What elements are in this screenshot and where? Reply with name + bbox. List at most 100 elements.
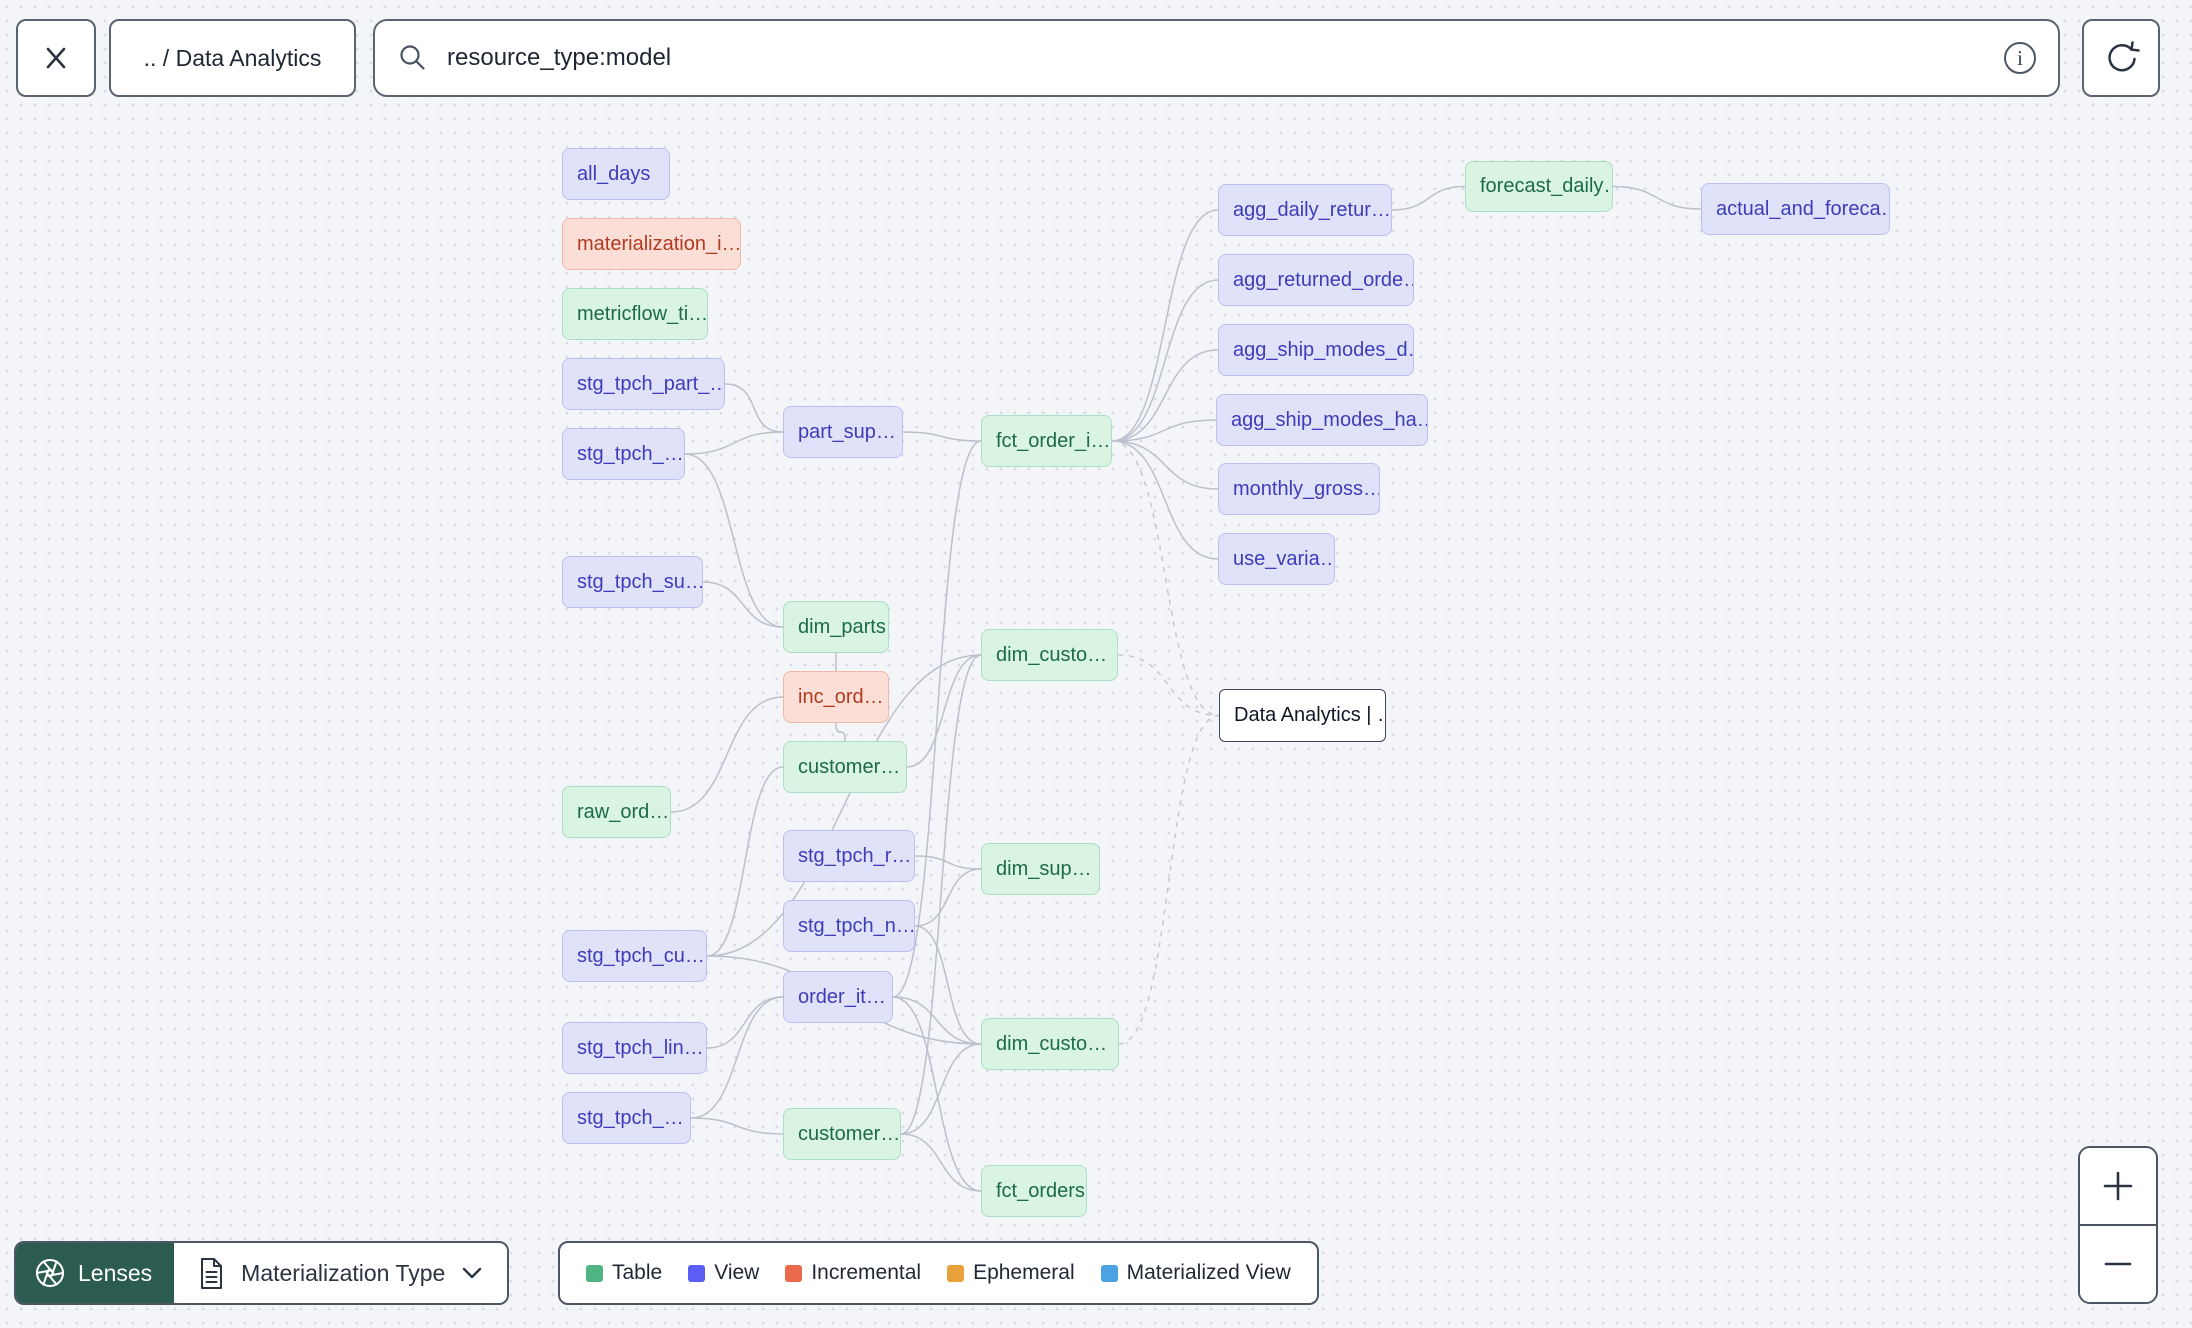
edge-stg_tpch_n-to-dim_sup <box>914 868 982 927</box>
legend-item-materialized-view: Materialized View <box>1100 1261 1291 1285</box>
node-inc_ord[interactable]: inc_ord… <box>783 671 889 723</box>
edge-fct_order_i-to-agg_returned <box>1111 279 1219 442</box>
search-input[interactable]: resource_type:model <box>447 44 671 72</box>
node-agg_ship_d[interactable]: agg_ship_modes_d… <box>1218 324 1414 376</box>
edge-stg_tpch_n-to-dim_custo2 <box>914 925 982 1045</box>
edge-customer_bot-to-dim_custo2 <box>900 1043 982 1135</box>
lens-selector[interactable]: Materialization Type <box>174 1243 508 1303</box>
node-order_it[interactable]: order_it… <box>783 971 893 1023</box>
lenses-button[interactable]: Lenses <box>16 1243 175 1303</box>
node-customer_bot[interactable]: customer… <box>783 1108 901 1160</box>
breadcrumb-button[interactable]: .. / Data Analytics <box>109 19 356 97</box>
node-fct_orders[interactable]: fct_orders <box>981 1165 1087 1217</box>
edge-fct_order_i-to-use_varia <box>1111 440 1219 560</box>
node-customer_mid[interactable]: customer… <box>783 741 907 793</box>
edge-order_it-to-dim_custo2 <box>892 996 982 1045</box>
search-bar[interactable]: resource_type:model i <box>373 19 2060 97</box>
node-dim_custo2[interactable]: dim_custo… <box>981 1018 1119 1070</box>
lineage-canvas[interactable]: all_days materialization_i… metricflow_ti…… <box>0 0 2192 1328</box>
node-stg_tpch_su[interactable]: stg_tpch_su… <box>562 556 703 608</box>
node-use_varia[interactable]: use_varia… <box>1218 533 1335 585</box>
node-actual_fore[interactable]: actual_and_foreca… <box>1701 183 1890 235</box>
edge-stg_tpch_b-to-customer_bot <box>690 1117 784 1135</box>
refresh-button[interactable] <box>2082 19 2160 97</box>
legend-swatch <box>1100 1264 1118 1282</box>
node-monthly_gross[interactable]: monthly_gross… <box>1218 463 1380 515</box>
edge-order_it-to-fct_orders <box>892 996 982 1192</box>
zoom-in-button[interactable] <box>2080 1148 2156 1224</box>
edge-fct_order_i-to-exposure <box>1111 440 1220 717</box>
chevron-down-icon <box>463 1267 482 1279</box>
edge-stg_tpch_r-to-dim_sup <box>914 855 982 870</box>
legend-swatch <box>947 1264 965 1282</box>
node-materialization[interactable]: materialization_i… <box>562 218 741 270</box>
legend-item-ephemeral: Ephemeral <box>947 1261 1075 1285</box>
node-part_sup[interactable]: part_sup… <box>783 406 903 458</box>
node-stg_tpch_b[interactable]: stg_tpch_… <box>562 1092 691 1144</box>
edge-inc_ord-to-customer_mid <box>835 722 846 742</box>
zoom-out-button[interactable] <box>2080 1226 2156 1302</box>
edge-stg_tpch_su-to-dim_parts <box>702 581 784 628</box>
lens-combo: Lenses Materialization Type <box>14 1241 510 1305</box>
node-stg_tpch_lin[interactable]: stg_tpch_lin… <box>562 1022 707 1074</box>
legend-label: Table <box>612 1261 663 1284</box>
node-fct_order_i[interactable]: fct_order_i… <box>981 415 1112 467</box>
node-forecast_daily[interactable]: forecast_daily… <box>1465 161 1613 212</box>
edge-fct_order_i-to-agg_ship_ha <box>1111 419 1217 442</box>
edge-fct_order_i-to-agg_ship_d <box>1111 349 1219 442</box>
legend-label: View <box>714 1261 760 1284</box>
edge-agg_daily-to-forecast_daily <box>1391 185 1466 211</box>
node-stg_tpch_n[interactable]: stg_tpch_n… <box>783 900 915 952</box>
legend-swatch <box>586 1264 603 1282</box>
node-agg_ship_ha[interactable]: agg_ship_modes_ha… <box>1216 394 1428 446</box>
legend: Table View Incremental Ephemeral Materialize… <box>558 1241 1319 1305</box>
legend-item-table: Table <box>586 1261 662 1285</box>
info-icon[interactable]: i <box>2004 42 2036 74</box>
legend-swatch <box>785 1264 803 1282</box>
node-agg_returned[interactable]: agg_returned_orde… <box>1218 254 1414 306</box>
edge-forecast_daily-to-actual_fore <box>1612 185 1702 210</box>
node-stg_tpch_cu[interactable]: stg_tpch_cu… <box>562 930 707 982</box>
zoom-controls <box>2078 1146 2158 1304</box>
close-icon <box>46 47 66 69</box>
edge-dim_custo1-to-exposure <box>1117 654 1220 717</box>
node-all_days[interactable]: all_days <box>562 148 670 200</box>
edge-customer_bot-to-fct_orders <box>900 1133 982 1192</box>
plus-icon <box>2103 1171 2133 1201</box>
edge-fct_order_i-to-agg_daily <box>1111 209 1219 442</box>
edge-stg_tpch_lin-to-order_it <box>706 996 784 1049</box>
legend-label: Materialized View <box>1126 1261 1291 1284</box>
node-stg_tpch_a[interactable]: stg_tpch_… <box>562 428 685 480</box>
legend-label: Ephemeral <box>973 1261 1075 1284</box>
refresh-icon <box>2108 41 2140 72</box>
aperture-icon <box>35 1258 65 1288</box>
edge-dim_custo2-to-exposure <box>1118 714 1220 1045</box>
breadcrumb: .. / Data Analytics <box>143 44 322 71</box>
node-raw_ord[interactable]: raw_ord… <box>562 786 671 838</box>
node-metricflow_ti[interactable]: metricflow_ti… <box>562 288 708 340</box>
edge-stg_tpch_a-to-part_sup <box>684 431 784 455</box>
legend-item-incremental: Incremental <box>785 1261 921 1285</box>
minus-icon <box>2104 1262 2132 1266</box>
node-exposure[interactable]: Data Analytics | … <box>1219 689 1386 742</box>
edge-fct_order_i-to-monthly_gross <box>1111 440 1219 490</box>
node-dim_parts[interactable]: dim_parts <box>783 601 889 653</box>
legend-item-view: View <box>688 1261 759 1285</box>
node-dim_sup[interactable]: dim_sup… <box>981 843 1100 895</box>
document-icon <box>201 1257 223 1289</box>
node-stg_tpch_part[interactable]: stg_tpch_part_… <box>562 358 725 410</box>
lenses-label: Lenses <box>78 1259 153 1286</box>
legend-swatch <box>688 1264 706 1282</box>
edge-raw_ord-to-inc_ord <box>670 696 784 813</box>
search-icon <box>400 45 425 70</box>
lens-selector-label: Materialization Type <box>241 1259 446 1286</box>
edge-part_sup-to-fct_order_i <box>902 431 982 442</box>
node-dim_custo1[interactable]: dim_custo… <box>981 629 1118 681</box>
legend-label: Incremental <box>811 1261 922 1284</box>
edge-customer_bot-to-dim_custo1 <box>900 654 982 1135</box>
node-stg_tpch_r[interactable]: stg_tpch_r… <box>783 830 915 882</box>
edge-customer_mid-to-dim_custo1 <box>906 654 982 768</box>
edge-stg_tpch_cu-to-customer_mid <box>706 766 784 957</box>
close-button[interactable] <box>16 19 96 97</box>
node-agg_daily[interactable]: agg_daily_retur… <box>1218 184 1392 236</box>
